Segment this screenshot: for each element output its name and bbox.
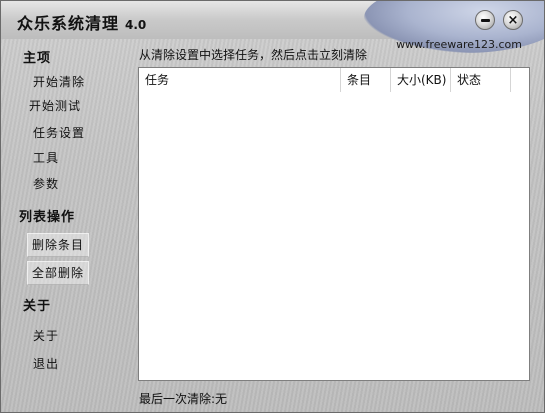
sidebar-item-start-test[interactable]: 开始测试 (25, 95, 85, 117)
app-window: 众乐系统清理 4.0 × www.freeware123.com 主项 开始清除 … (0, 0, 545, 413)
task-list-view[interactable]: 任务 条目 大小(KB) 状态 (138, 67, 530, 381)
status-text: 最后一次清除:无 (139, 392, 228, 406)
sidebar-item-about[interactable]: 关于 (29, 325, 63, 347)
minimize-icon (480, 18, 490, 22)
title-bar[interactable]: 众乐系统清理 4.0 × (1, 1, 544, 53)
instruction-text: 从清除设置中选择任务，然后点击立刻清除 (139, 48, 368, 62)
column-header-status[interactable]: 状态 (451, 68, 511, 92)
list-header: 任务 条目 大小(KB) 状态 (139, 68, 529, 92)
app-name: 众乐系统清理 (17, 14, 120, 33)
section-title-main: 主项 (23, 51, 52, 66)
column-header-entries[interactable]: 条目 (341, 68, 391, 92)
minimize-button[interactable] (475, 10, 495, 30)
sidebar-item-delete-all[interactable]: 全部删除 (27, 261, 90, 285)
sidebar-item-parameters[interactable]: 参数 (29, 173, 63, 195)
sidebar-item-start-clean[interactable]: 开始清除 (29, 71, 89, 93)
section-title-about: 关于 (23, 299, 52, 314)
sidebar-item-delete-entry[interactable]: 删除条目 (27, 233, 90, 257)
close-icon: × (507, 12, 519, 28)
website-link[interactable]: www.freeware123.com (396, 38, 522, 51)
close-button[interactable]: × (503, 10, 523, 30)
section-title-list-ops: 列表操作 (19, 210, 76, 225)
sidebar-item-task-settings[interactable]: 任务设置 (29, 122, 89, 144)
sidebar-item-exit[interactable]: 退出 (29, 353, 63, 375)
sidebar-item-tools[interactable]: 工具 (29, 147, 63, 169)
column-header-size[interactable]: 大小(KB) (391, 68, 451, 92)
app-version: 4.0 (125, 18, 147, 32)
window-title: 众乐系统清理 4.0 (17, 10, 146, 34)
column-header-task[interactable]: 任务 (139, 68, 341, 92)
